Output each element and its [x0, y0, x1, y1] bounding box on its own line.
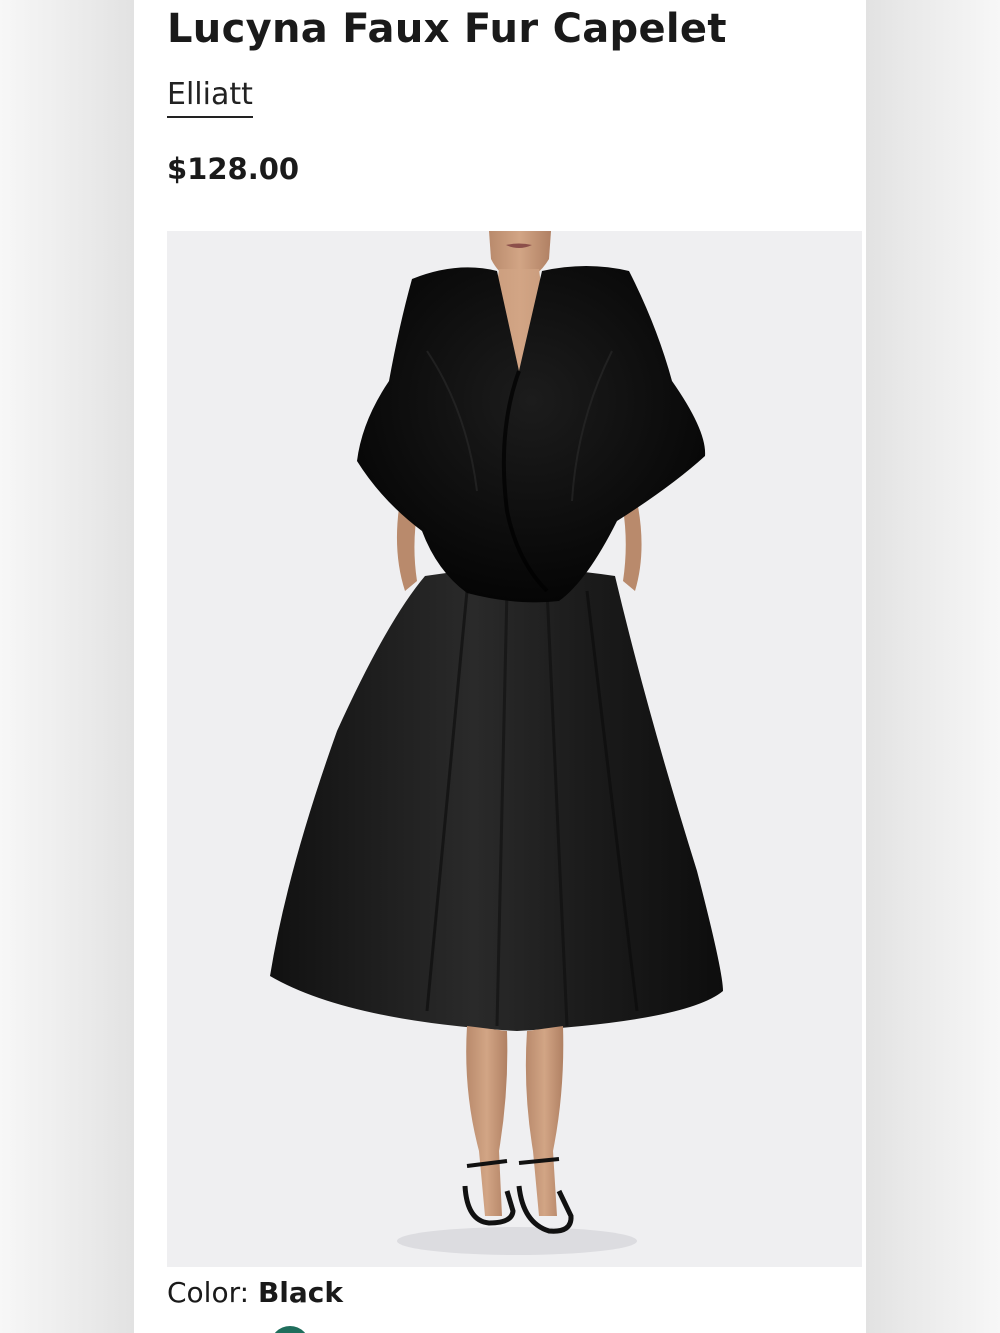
right-backdrop — [866, 0, 1000, 1333]
product-image[interactable] — [167, 231, 862, 1267]
brand-link[interactable]: Elliatt — [167, 76, 253, 118]
color-swatch[interactable] — [270, 1326, 310, 1333]
model-illustration — [270, 231, 723, 1255]
color-selection: Color: Black — [167, 1276, 343, 1309]
color-label: Color: — [167, 1276, 258, 1309]
left-backdrop — [0, 0, 134, 1333]
product-title: Lucyna Faux Fur Capelet — [167, 6, 727, 52]
product-detail-panel: Lucyna Faux Fur Capelet Elliatt $128.00 — [134, 0, 866, 1333]
product-price: $128.00 — [167, 152, 300, 186]
color-value: Black — [257, 1276, 344, 1309]
